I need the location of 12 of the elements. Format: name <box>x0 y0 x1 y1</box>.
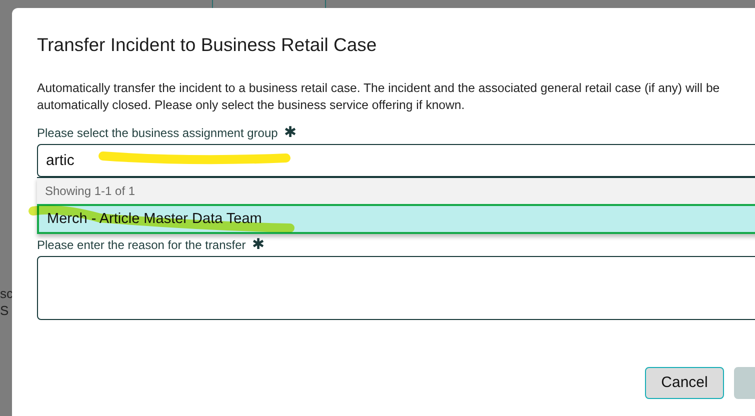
field-label: Please enter the reason for the transfer <box>37 238 246 252</box>
description: Automatically transfer the incident to a business retail case. The incident and the associated general retail case (if any) will be automatically closed. Please only select the business service offering if known. <box>37 80 721 114</box>
field-label: Please select the business assignment group <box>37 126 278 140</box>
required-mark: ✱ <box>252 239 265 251</box>
reason-field[interactable] <box>37 256 755 320</box>
results-count: Showing 1-1 of 1 <box>44 183 136 200</box>
background-text: sc <box>0 286 13 302</box>
background-text: S <box>0 303 9 319</box>
dialog-title: Transfer Incident to Business Retail Case <box>37 34 378 56</box>
search-field[interactable]: artic <box>37 144 755 177</box>
cancel-button[interactable]: Cancel <box>645 367 724 399</box>
required-mark: ✱ <box>284 127 297 139</box>
